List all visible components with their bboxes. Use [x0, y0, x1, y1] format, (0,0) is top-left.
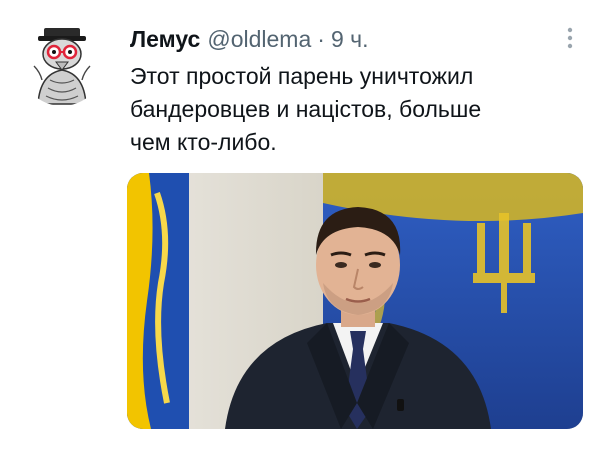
- tweet-header: Лемус @oldlema · 9 ч.: [130, 24, 369, 54]
- photo-of-man-in-suit: [127, 173, 583, 429]
- author-handle[interactable]: @oldlema: [207, 24, 311, 54]
- more-options-button[interactable]: [556, 24, 584, 52]
- tweet-text-line: чем кто-либо.: [130, 129, 277, 155]
- tweet[interactable]: Лемус @oldlema · 9 ч. Этот простой парен…: [0, 0, 604, 449]
- more-options-icon: [567, 27, 573, 49]
- tweet-text-line: бандеровцев и націстов, больше: [130, 96, 482, 122]
- avatar[interactable]: [20, 22, 104, 106]
- tweet-text: Этот простой парень уничтожил бандеровце…: [130, 60, 580, 159]
- tweet-text-line: Этот простой парень уничтожил: [130, 63, 474, 89]
- tweet-media-photo[interactable]: [127, 173, 583, 429]
- cartoon-character-avatar-icon: [33, 28, 91, 105]
- separator-dot: ·: [317, 26, 325, 52]
- tweet-timestamp[interactable]: 9 ч.: [331, 24, 369, 54]
- author-name[interactable]: Лемус: [130, 24, 200, 54]
